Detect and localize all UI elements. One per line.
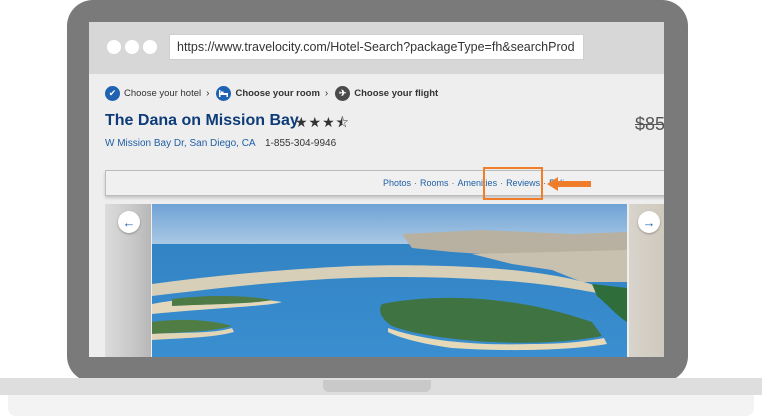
step-label: Choose your room <box>235 87 320 99</box>
laptop-base-bottom <box>8 395 754 416</box>
hotel-aerial-photo <box>152 204 627 357</box>
strikethrough-price: $85 <box>635 114 664 134</box>
gallery-prev-button[interactable]: ← <box>118 211 140 233</box>
arrow-right-icon: → <box>642 214 656 230</box>
hotel-name: The Dana on Mission Bay <box>105 112 299 129</box>
checkmark-icon: ✔ <box>105 85 120 101</box>
step-choose-flight[interactable]: ✈ Choose your flight <box>335 85 439 101</box>
web-page: ✔ Choose your hotel › Choose your room ›… <box>89 74 664 357</box>
step-choose-room[interactable]: Choose your room <box>216 85 320 101</box>
nav-separator: · <box>543 178 547 188</box>
hotel-address-link[interactable]: W Mission Bay Dr, San Diego, CA <box>105 138 256 149</box>
chevron-right-icon: › <box>324 87 329 99</box>
nav-separator: · <box>451 178 455 188</box>
window-dot-1[interactable] <box>107 40 121 54</box>
step-label: Choose your flight <box>354 87 439 99</box>
photo-gallery <box>89 204 664 357</box>
booking-steps: ✔ Choose your hotel › Choose your room ›… <box>105 84 438 102</box>
step-choose-hotel[interactable]: ✔ Choose your hotel <box>105 85 202 101</box>
laptop-notch <box>323 380 431 392</box>
window-dot-2[interactable] <box>125 40 139 54</box>
arrow-left-icon <box>547 177 591 191</box>
reviews-highlight-box <box>483 167 543 200</box>
address-bar[interactable]: https://www.travelocity.com/Hotel-Search… <box>169 34 584 60</box>
nav-link-rooms[interactable]: Rooms <box>420 178 449 188</box>
step-label: Choose your hotel <box>124 87 202 99</box>
nav-link-photos[interactable]: Photos <box>383 178 411 188</box>
window-dot-3[interactable] <box>143 40 157 54</box>
chevron-right-icon: › <box>206 87 210 99</box>
bed-icon <box>216 85 232 101</box>
nav-separator: · <box>414 178 418 188</box>
airplane-icon: ✈ <box>335 85 351 101</box>
star-rating: ★★★⯪ <box>295 114 350 130</box>
gallery-next-button[interactable]: → <box>638 211 660 233</box>
hotel-phone: 1-855-304-9946 <box>265 138 337 149</box>
arrow-left-icon: ← <box>122 214 136 230</box>
browser-toolbar: https://www.travelocity.com/Hotel-Search… <box>89 22 664 74</box>
laptop-screen: https://www.travelocity.com/Hotel-Search… <box>89 22 664 357</box>
